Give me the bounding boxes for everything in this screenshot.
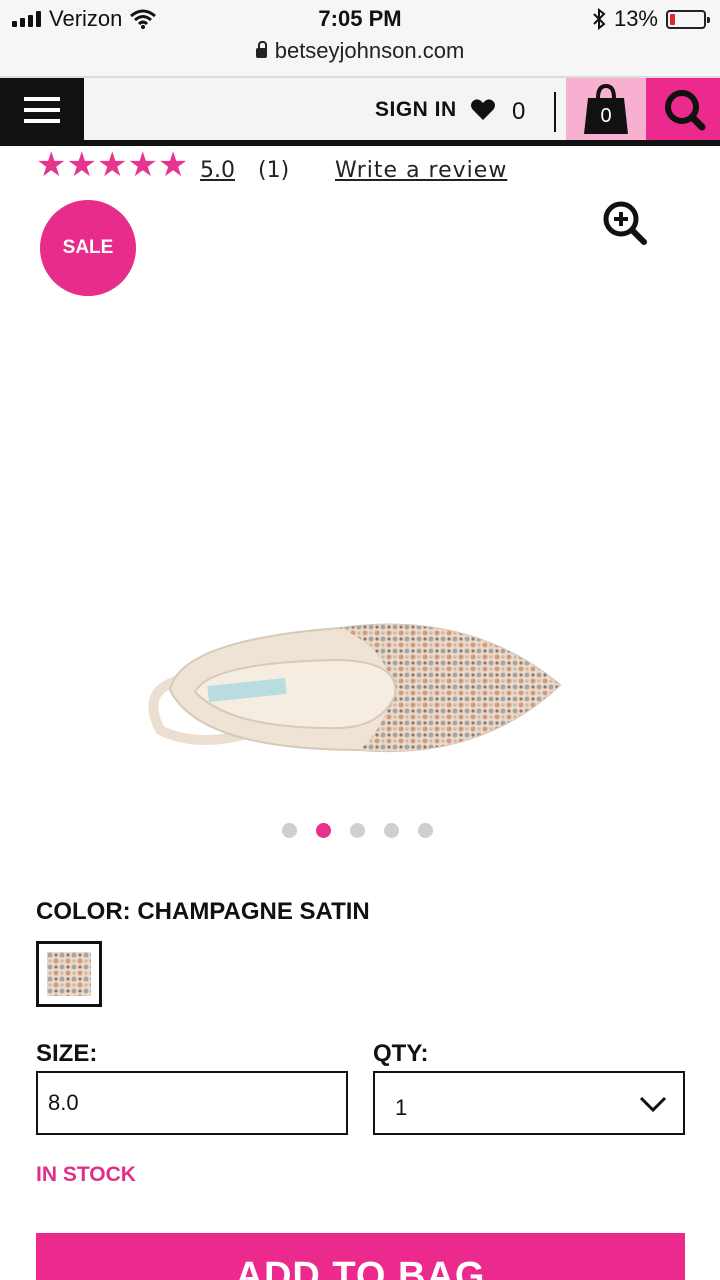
url-bar[interactable]: betseyjohnson.com (0, 38, 720, 64)
stars-glyphs: ★★★★★ (36, 145, 189, 185)
heart-icon[interactable] (470, 98, 496, 122)
color-label: COLOR: CHAMPAGNE SATIN (36, 898, 370, 925)
rating-stars: ★★★★★ (36, 145, 189, 185)
url-text: betseyjohnson.com (274, 38, 465, 63)
review-count: (1) (258, 158, 290, 183)
header-divider (554, 92, 556, 132)
qty-label: QTY: (373, 1040, 429, 1067)
shopping-bag-button[interactable]: 0 (566, 78, 646, 142)
carousel-dot[interactable] (350, 823, 365, 838)
carousel-dots (282, 823, 433, 838)
status-right: 13% (592, 6, 710, 32)
bluetooth-icon (593, 8, 606, 30)
sign-in-link[interactable]: SIGN IN (375, 98, 457, 122)
search-button[interactable] (646, 78, 720, 142)
carousel-dot[interactable] (282, 823, 297, 838)
battery-percent: 13% (613, 6, 658, 31)
sale-badge: SALE (40, 200, 136, 296)
carousel-dot[interactable] (316, 823, 331, 838)
bag-count: 0 (600, 105, 612, 127)
qty-select[interactable]: 1 (373, 1071, 685, 1135)
rating-value[interactable]: 5.0 (200, 158, 235, 183)
zoom-in-icon[interactable] (600, 198, 648, 246)
add-to-bag-button[interactable]: ADD TO BAG (36, 1233, 685, 1280)
size-label: SIZE: (36, 1040, 98, 1067)
search-icon (665, 90, 706, 131)
menu-button[interactable] (0, 78, 84, 142)
battery-icon (666, 9, 710, 29)
sale-badge-label: SALE (62, 237, 114, 258)
stock-status: IN STOCK (36, 1163, 136, 1186)
carousel-dot[interactable] (384, 823, 399, 838)
lock-icon (255, 41, 267, 58)
product-image[interactable] (140, 600, 570, 770)
chevron-down-icon (639, 1096, 667, 1113)
size-input[interactable] (36, 1071, 348, 1135)
hamburger-icon (24, 97, 60, 101)
carousel-dot[interactable] (418, 823, 433, 838)
swatch-thumbnail (47, 952, 91, 996)
color-swatch[interactable] (36, 941, 102, 1007)
write-review-link[interactable]: Write a review (335, 158, 507, 183)
site-header: SIGN IN 0 0 (0, 76, 720, 142)
battery-level (670, 13, 675, 25)
status-bar: Verizon 7:05 PM 13% betseyjohnson.com (0, 0, 720, 76)
wishlist-count: 0 (512, 98, 526, 125)
qty-value: 1 (395, 1095, 408, 1120)
